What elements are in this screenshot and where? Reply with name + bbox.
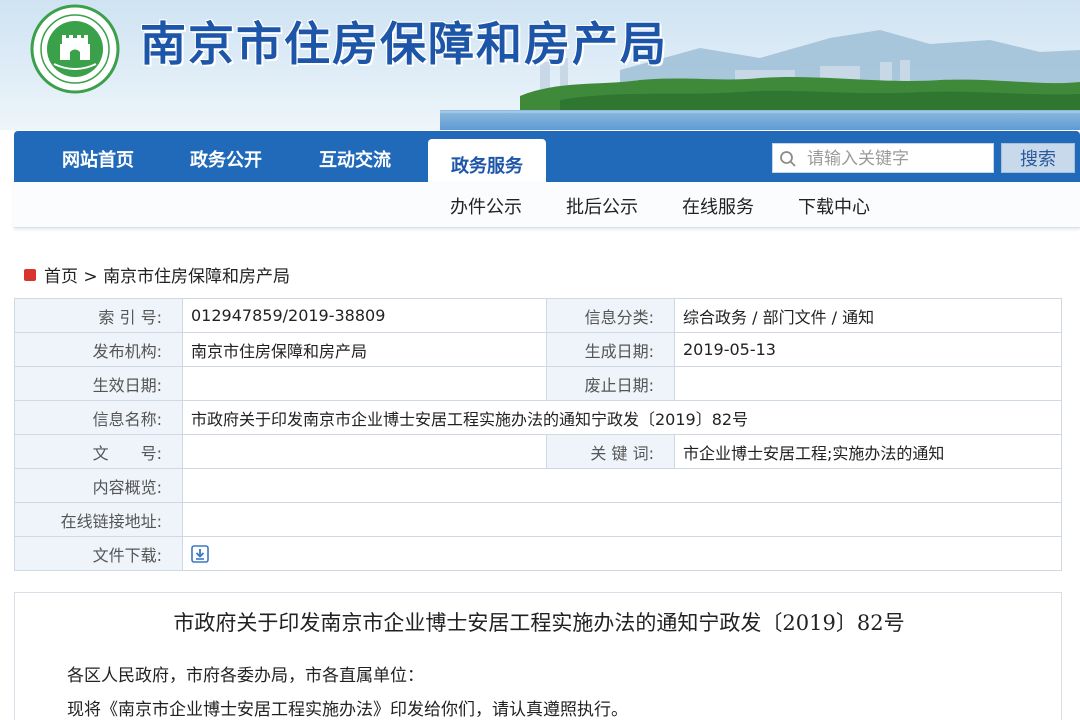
summary-label: 内容概览: <box>14 468 183 503</box>
index-number-value: 012947859/2019-38809 <box>182 298 547 333</box>
keywords-label: 关 键 词: <box>546 434 675 469</box>
site-title: 南京市住房保障和房产局 <box>140 17 668 71</box>
sub-nav: 办件公示 批后公示 在线服务 下载中心 <box>14 182 1080 228</box>
nav-item-gov-services[interactable]: 政务服务 <box>428 139 546 182</box>
file-download-cell <box>182 536 1062 571</box>
breadcrumb-current[interactable]: 南京市住房保障和房产局 <box>103 267 290 287</box>
category-label: 信息分类: <box>546 298 675 333</box>
table-row: 内容概览: <box>14 468 1062 503</box>
subnav-item-case-publicity[interactable]: 办件公示 <box>450 193 522 219</box>
index-number-label: 索 引 号: <box>14 298 183 333</box>
breadcrumb-home[interactable]: 首页 <box>44 267 78 287</box>
online-link-value <box>182 502 1062 537</box>
keywords-value: 市企业博士安居工程;实施办法的通知 <box>674 434 1062 469</box>
table-row: 发布机构: 南京市住房保障和房产局 生成日期: 2019-05-13 <box>14 332 1062 367</box>
search-box <box>772 143 994 173</box>
header-banner: 南京市住房保障和房产局 <box>0 0 1080 130</box>
search-input[interactable] <box>807 147 987 171</box>
table-row: 索 引 号: 012947859/2019-38809 信息分类: 综合政务 /… <box>14 298 1062 333</box>
table-row: 信息名称: 市政府关于印发南京市企业博士安居工程实施办法的通知宁政发〔2019〕… <box>14 400 1062 435</box>
info-name-label: 信息名称: <box>14 400 183 435</box>
search-button[interactable]: 搜索 <box>1001 143 1075 173</box>
table-row: 生效日期: 废止日期: <box>14 366 1062 401</box>
breadcrumb-marker-icon <box>24 269 36 281</box>
publisher-value: 南京市住房保障和房产局 <box>182 332 547 367</box>
breadcrumb: 首页 > 南京市住房保障和房产局 <box>24 262 290 287</box>
article-title: 市政府关于印发南京市企业博士安居工程实施办法的通知宁政发〔2019〕82号 <box>173 611 905 635</box>
created-date-value: 2019-05-13 <box>674 332 1062 367</box>
document-info-table: 索 引 号: 012947859/2019-38809 信息分类: 综合政务 /… <box>14 298 1062 571</box>
expire-date-label: 废止日期: <box>546 366 675 401</box>
created-date-label: 生成日期: <box>546 332 675 367</box>
online-link-label: 在线链接地址: <box>14 502 183 537</box>
subnav-item-online-service[interactable]: 在线服务 <box>682 193 754 219</box>
subnav-item-post-approval-publicity[interactable]: 批后公示 <box>566 193 638 219</box>
publisher-label: 发布机构: <box>14 332 183 367</box>
search-icon <box>780 151 796 167</box>
table-row: 文件下载: <box>14 536 1062 571</box>
summary-value <box>182 468 1062 503</box>
info-name-value: 市政府关于印发南京市企业博士安居工程实施办法的通知宁政发〔2019〕82号 <box>182 400 1062 435</box>
file-download-label: 文件下载: <box>14 536 183 571</box>
document-number-value <box>182 434 547 469</box>
article-paragraph: 现将《南京市企业博士安居工程实施办法》印发给你们，请认真遵照执行。 <box>67 700 628 720</box>
breadcrumb-separator: > <box>83 267 98 287</box>
subnav-item-download-center[interactable]: 下载中心 <box>798 193 870 219</box>
table-row: 在线链接地址: <box>14 502 1062 537</box>
bureau-logo-icon <box>30 4 120 94</box>
download-icon[interactable] <box>191 545 209 564</box>
article-body: 市政府关于印发南京市企业博士安居工程实施办法的通知宁政发〔2019〕82号 各区… <box>14 592 1062 720</box>
effective-date-value <box>182 366 547 401</box>
nav-item-home[interactable]: 网站首页 <box>62 131 134 182</box>
effective-date-label: 生效日期: <box>14 366 183 401</box>
nav-item-gov-affairs-public[interactable]: 政务公开 <box>190 131 262 182</box>
expire-date-value <box>674 366 1062 401</box>
table-row: 文 号: 关 键 词: 市企业博士安居工程;实施办法的通知 <box>14 434 1062 469</box>
main-nav: 网站首页 政务公开 互动交流 政务服务 搜索 <box>14 131 1080 182</box>
document-number-label: 文 号: <box>14 434 183 469</box>
article-paragraph: 各区人民政府，市府各委办局，市各直属单位： <box>67 666 424 686</box>
nav-item-interaction[interactable]: 互动交流 <box>319 131 391 182</box>
category-value: 综合政务 / 部门文件 / 通知 <box>674 298 1062 333</box>
